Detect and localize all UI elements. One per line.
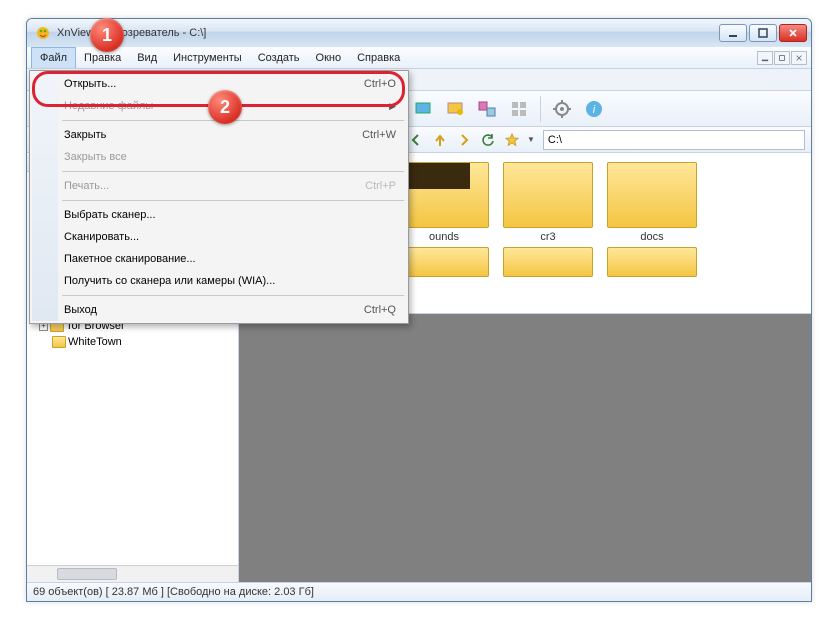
menu-scan[interactable]: Сканировать... xyxy=(32,226,406,248)
menu-file[interactable]: Файл xyxy=(31,47,76,68)
submenu-arrow-icon: ▶ xyxy=(389,101,396,112)
menu-acquire-wia[interactable]: Получить со сканера или камеры (WIA)... xyxy=(32,270,406,292)
tool-screen-button[interactable] xyxy=(408,94,438,124)
tool-thumbnails-button[interactable] xyxy=(504,94,534,124)
menu-close[interactable]: Закрыть Ctrl+W xyxy=(32,124,406,146)
menu-item-shortcut: Ctrl+O xyxy=(364,78,396,90)
mdi-restore-button[interactable] xyxy=(774,51,790,65)
minimize-button[interactable] xyxy=(719,24,747,42)
mdi-minimize-button[interactable] xyxy=(757,51,773,65)
status-text: 69 объект(ов) [ 23.87 Мб ] [Свободно на … xyxy=(33,586,314,598)
menu-item-label: Пакетное сканирование... xyxy=(64,253,396,265)
window-title: XnView - [Обозреватель - C:\] xyxy=(57,27,719,39)
folder-thumb-icon xyxy=(503,247,593,277)
menu-view[interactable]: Вид xyxy=(129,47,165,68)
thumb-item[interactable]: ounds xyxy=(399,162,489,243)
menu-exit[interactable]: Выход Ctrl+Q xyxy=(32,299,406,321)
menu-item-label: Сканировать... xyxy=(64,231,396,243)
preview-pane xyxy=(239,314,811,582)
tree-item-label: WhiteTown xyxy=(68,336,122,348)
folder-thumb-icon xyxy=(399,247,489,277)
menu-separator xyxy=(62,171,404,172)
menu-item-shortcut: Ctrl+P xyxy=(365,180,396,192)
menubar: Файл Правка Вид Инструменты Создать Окно… xyxy=(27,47,811,69)
thumb-item[interactable] xyxy=(607,247,697,277)
folder-icon xyxy=(52,336,66,348)
tree-item-whitetown[interactable]: WhiteTown xyxy=(29,334,238,350)
maximize-button[interactable] xyxy=(749,24,777,42)
menu-separator xyxy=(62,295,404,296)
menu-separator xyxy=(62,200,404,201)
menu-item-shortcut: Ctrl+W xyxy=(362,129,396,141)
menu-help[interactable]: Справка xyxy=(349,47,408,68)
menu-item-label: Закрыть все xyxy=(64,151,396,163)
app-icon xyxy=(35,25,51,41)
folder-thumb-icon xyxy=(399,162,489,228)
folder-thumb-icon xyxy=(607,247,697,277)
path-input[interactable]: C:\ xyxy=(543,130,805,150)
menu-close-all[interactable]: Закрыть все xyxy=(32,146,406,168)
thumb-item[interactable]: docs xyxy=(607,162,697,243)
menu-item-shortcut: Ctrl+Q xyxy=(364,304,396,316)
chevron-down-icon[interactable]: ▼ xyxy=(525,135,537,144)
thumb-item[interactable]: cr3 xyxy=(503,162,593,243)
menu-create[interactable]: Создать xyxy=(250,47,308,68)
thumb-label: docs xyxy=(607,231,697,243)
thumb-label: ounds xyxy=(399,231,489,243)
menu-item-label: Закрыть xyxy=(64,129,362,141)
menu-item-label: Печать... xyxy=(64,180,365,192)
menu-select-scanner[interactable]: Выбрать сканер... xyxy=(32,204,406,226)
tool-convert-button[interactable] xyxy=(472,94,502,124)
thumb-item[interactable] xyxy=(399,247,489,277)
menu-item-label: Открыть... xyxy=(64,78,364,90)
annotation-badge-2: 2 xyxy=(208,90,242,124)
nav-forward-button[interactable] xyxy=(453,129,475,151)
titlebar: XnView - [Обозреватель - C:\] xyxy=(27,19,811,47)
menu-item-label: Выбрать сканер... xyxy=(64,209,396,221)
tool-info-button[interactable]: i xyxy=(579,94,609,124)
nav-favorites-button[interactable] xyxy=(501,129,523,151)
thumb-label: cr3 xyxy=(503,231,593,243)
tree-scrollbar[interactable] xyxy=(27,565,238,582)
toolbar-separator xyxy=(540,96,541,122)
thumb-item[interactable] xyxy=(503,247,593,277)
menu-batch-scan[interactable]: Пакетное сканирование... xyxy=(32,248,406,270)
nav-up-button[interactable] xyxy=(429,129,451,151)
path-text: C:\ xyxy=(548,134,562,146)
annotation-badge-1: 1 xyxy=(90,18,124,52)
folder-thumb-icon xyxy=(503,162,593,228)
menu-item-label: Выход xyxy=(64,304,364,316)
folder-thumb-icon xyxy=(607,162,697,228)
menu-item-label: Получить со сканера или камеры (WIA)... xyxy=(64,275,396,287)
tool-slideshow-button[interactable] xyxy=(440,94,470,124)
nav-refresh-button[interactable] xyxy=(477,129,499,151)
menu-print[interactable]: Печать... Ctrl+P xyxy=(32,175,406,197)
tool-settings-button[interactable] xyxy=(547,94,577,124)
menu-tools[interactable]: Инструменты xyxy=(165,47,250,68)
status-bar: 69 объект(ов) [ 23.87 Мб ] [Свободно на … xyxy=(27,582,811,601)
close-button[interactable] xyxy=(779,24,807,42)
menu-window[interactable]: Окно xyxy=(308,47,350,68)
mdi-close-button[interactable] xyxy=(791,51,807,65)
